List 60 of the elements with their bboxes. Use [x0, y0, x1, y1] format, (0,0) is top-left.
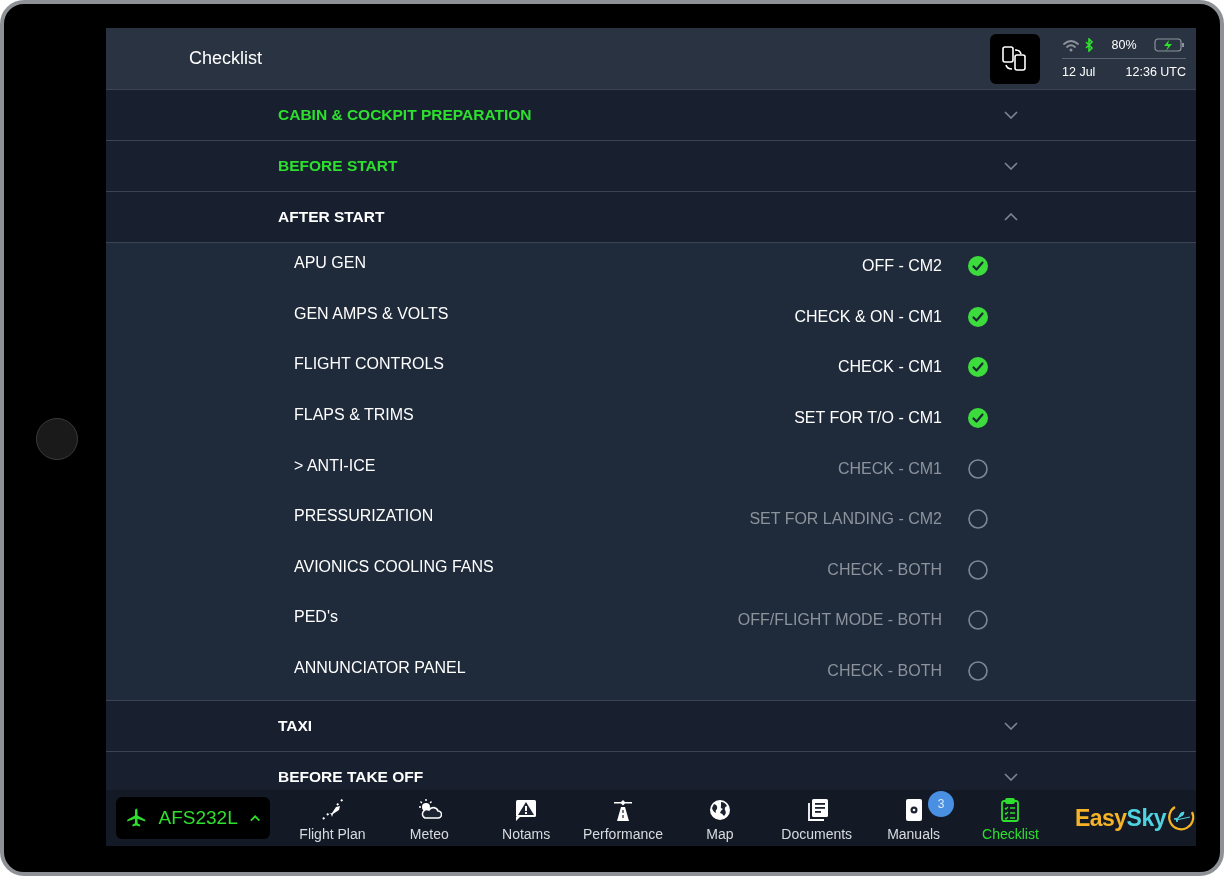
chevron-down-icon	[1004, 162, 1018, 170]
bluetooth-icon	[1084, 38, 1094, 52]
chevron-down-icon	[1004, 773, 1018, 782]
section-title: AFTER START	[278, 208, 386, 226]
time-label: 12:36 UTC	[1125, 65, 1186, 79]
battery-percent: 80%	[1111, 38, 1137, 52]
item-label: AVIONICS COOLING FANS	[294, 557, 495, 576]
item-label: PRESSURIZATION	[294, 507, 435, 526]
nav-tab[interactable]: Meteo	[380, 790, 478, 846]
nav-tab[interactable]: Checklist	[962, 790, 1059, 846]
section-title: TAXI	[278, 717, 314, 736]
chevron-up-icon	[1004, 213, 1018, 221]
device-switch-button[interactable]	[990, 33, 1040, 84]
chevron-down-icon	[1004, 722, 1018, 731]
empty-circle-icon[interactable]	[968, 559, 988, 580]
nav-tab[interactable]: Documents	[768, 790, 866, 846]
nav-tab[interactable]: Manuals 3	[865, 790, 962, 846]
item-value: CHECK - BOTH	[827, 560, 942, 579]
section-title: BEFORE TAKE OFF	[278, 768, 425, 787]
nav-tab[interactable]: Flight Plan	[284, 790, 381, 846]
airplane-icon	[126, 806, 147, 830]
checked-circle-icon[interactable]	[968, 306, 988, 327]
checked-circle-icon[interactable]	[968, 256, 988, 277]
charging-battery-icon	[1154, 38, 1186, 52]
logo-wordmark: EasySky	[1074, 804, 1167, 832]
nav-tab[interactable]: Performance	[574, 790, 672, 846]
item-value: CHECK - CM1	[838, 459, 942, 478]
wifi-icon	[1062, 38, 1080, 52]
item-label: PED's	[294, 608, 339, 627]
chevron-down-icon	[1004, 111, 1018, 119]
item-value: SET FOR T/O - CM1	[794, 409, 942, 428]
empty-circle-icon[interactable]	[968, 509, 988, 530]
empty-circle-icon[interactable]	[968, 661, 988, 682]
checked-circle-icon[interactable]	[968, 357, 988, 378]
item-value: CHECK - CM1	[838, 358, 942, 377]
section-title: BEFORE START	[278, 157, 399, 175]
chevron-up-icon	[249, 814, 260, 822]
nav-tab[interactable]: Map	[671, 790, 769, 846]
item-value: OFF - CM2	[862, 257, 942, 276]
empty-circle-icon[interactable]	[968, 458, 988, 479]
flight-selector-button[interactable]: AFS232L	[116, 797, 270, 839]
item-label: > ANTI-ICE	[294, 456, 377, 475]
two-devices-icon	[1001, 44, 1029, 73]
item-value: OFF/FLIGHT MODE - BOTH	[737, 611, 942, 630]
item-label: ANNUNCIATOR PANEL	[294, 659, 467, 678]
screen-title: Checklist	[189, 48, 263, 69]
item-value: CHECK - BOTH	[827, 662, 942, 681]
item-label: FLAPS & TRIMS	[294, 406, 415, 425]
item-label: GEN AMPS & VOLTS	[294, 304, 450, 323]
plane-circle-logo-icon	[1166, 803, 1196, 833]
section-title: CABIN & COCKPIT PREPARATION	[278, 106, 533, 124]
item-value: SET FOR LANDING - CM2	[749, 510, 942, 529]
count-badge: 3	[928, 791, 955, 817]
checked-circle-icon[interactable]	[968, 408, 988, 429]
empty-circle-icon[interactable]	[968, 610, 988, 631]
date-label: 12 Jul	[1062, 65, 1096, 79]
item-label: FLIGHT CONTROLS	[294, 355, 445, 374]
item-label: APU GEN	[294, 254, 367, 273]
item-value: CHECK & ON - CM1	[794, 307, 942, 326]
nav-tab[interactable]: Notams	[477, 790, 575, 846]
